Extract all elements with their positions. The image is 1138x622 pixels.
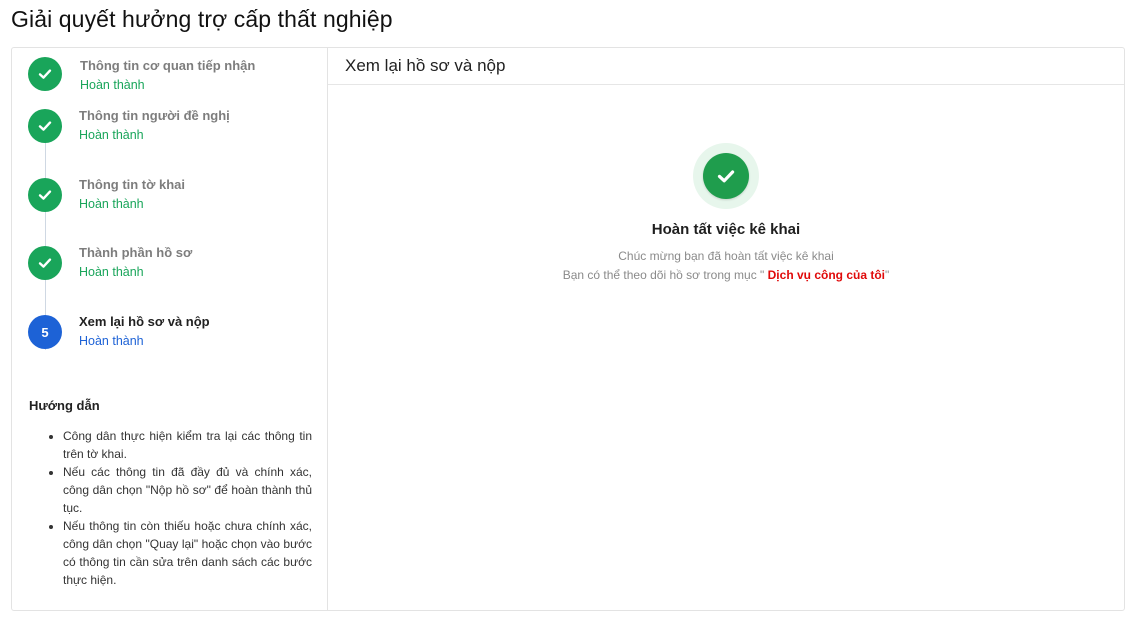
- success-line-2: Bạn có thể theo dõi hồ sơ trong mục " Dị…: [328, 266, 1124, 285]
- step-item-3[interactable]: Thông tin tờ khai Hoàn thành: [28, 177, 318, 218]
- check-icon: [38, 190, 52, 200]
- steps-sidebar: Thông tin cơ quan tiếp nhận Hoàn thành T…: [12, 48, 328, 610]
- step-done-circle: [28, 246, 62, 280]
- guide-item: Nếu thông tin còn thiếu hoặc chưa chính …: [63, 517, 312, 589]
- step-done-circle: [28, 109, 62, 143]
- step-item-1[interactable]: Thông tin cơ quan tiếp nhận Hoàn thành: [28, 57, 318, 97]
- step-title: Thông tin tờ khai: [79, 177, 186, 192]
- main-panel: Xem lại hồ sơ và nộp Hoàn tất việc kê kh…: [328, 48, 1124, 610]
- step-done-circle: [28, 178, 62, 212]
- success-halo: [693, 143, 759, 209]
- success-panel: Hoàn tất việc kê khai Chúc mừng bạn đã h…: [328, 143, 1124, 285]
- step-status: Hoàn thành: [79, 197, 144, 211]
- step-status: Hoàn thành: [79, 334, 144, 348]
- check-icon: [38, 121, 52, 131]
- guide-item: Nếu các thông tin đã đầy đủ và chính xác…: [63, 463, 312, 517]
- step-status: Hoàn thành: [80, 78, 145, 92]
- page-title: Giải quyết hưởng trợ cấp thất nghiệp: [11, 6, 393, 32]
- guide-panel: Hướng dẫn Công dân thực hiện kiểm tra lạ…: [29, 398, 312, 589]
- my-public-services-link[interactable]: Dịch vụ công của tôi: [768, 268, 885, 282]
- check-circle-icon: [703, 153, 749, 199]
- success-title: Hoàn tất việc kê khai: [651, 221, 801, 238]
- step-title: Thông tin người đề nghị: [79, 108, 230, 123]
- line-2-suffix: ": [885, 268, 890, 282]
- success-line-1: Chúc mừng bạn đã hoàn tất việc kê khai: [618, 249, 834, 263]
- check-icon: [38, 69, 52, 79]
- step-status: Hoàn thành: [79, 128, 144, 142]
- step-number-circle: 5: [28, 315, 62, 349]
- step-title: Xem lại hồ sơ và nộp: [79, 314, 210, 329]
- step-list: Thông tin cơ quan tiếp nhận Hoàn thành T…: [12, 48, 328, 378]
- guide-list: Công dân thực hiện kiểm tra lại các thôn…: [29, 427, 312, 589]
- guide-item: Công dân thực hiện kiểm tra lại các thôn…: [63, 427, 312, 463]
- step-item-2[interactable]: Thông tin người đề nghị Hoàn thành: [28, 108, 318, 149]
- form-card: Thông tin cơ quan tiếp nhận Hoàn thành T…: [11, 47, 1125, 611]
- step-item-4[interactable]: Thành phần hồ sơ Hoàn thành: [28, 245, 318, 286]
- step-title: Thành phần hồ sơ: [79, 245, 193, 260]
- line-2-prefix: Bạn có thể theo dõi hồ sơ trong mục ": [562, 268, 768, 282]
- success-message: Chúc mừng bạn đã hoàn tất việc kê khai B…: [328, 247, 1124, 285]
- step-title: Thông tin cơ quan tiếp nhận: [80, 58, 256, 73]
- step-status: Hoàn thành: [79, 265, 144, 279]
- guide-title: Hướng dẫn: [29, 398, 100, 413]
- step-done-circle: [28, 57, 62, 91]
- step-item-5[interactable]: 5 Xem lại hồ sơ và nộp Hoàn thành: [28, 314, 318, 355]
- check-icon: [38, 258, 52, 268]
- section-title: Xem lại hồ sơ và nộp: [328, 48, 1124, 85]
